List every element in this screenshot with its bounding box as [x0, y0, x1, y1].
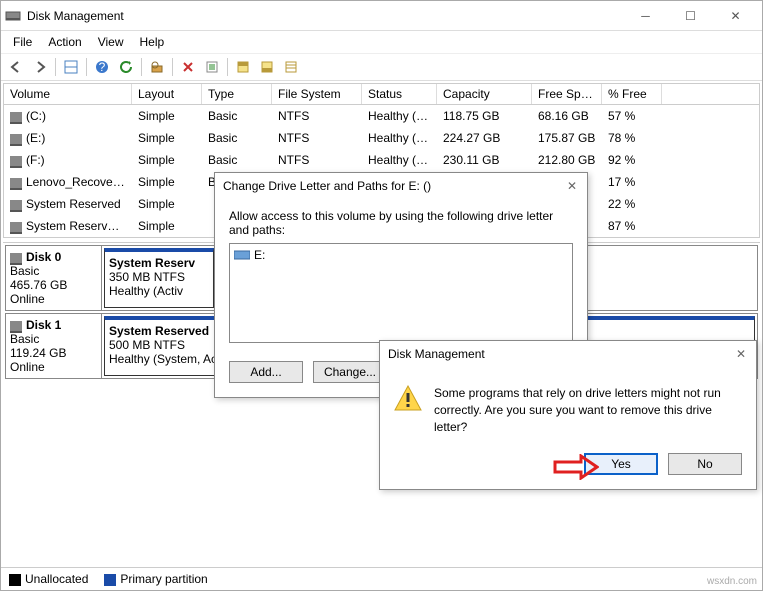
menu-file[interactable]: File [5, 33, 40, 51]
disk-label[interactable]: Disk 1Basic119.24 GBOnline [6, 314, 102, 378]
add-button[interactable]: Add... [229, 361, 303, 383]
forward-icon[interactable] [29, 56, 51, 78]
legend-primary: Primary partition [104, 572, 207, 586]
dialog-close-icon[interactable]: ✕ [565, 179, 579, 193]
disk-top-icon[interactable] [232, 56, 254, 78]
app-icon [5, 8, 21, 24]
col-percentfree[interactable]: % Free [602, 84, 662, 104]
close-button[interactable]: ✕ [713, 2, 758, 30]
partition[interactable]: System Reserv350 MB NTFSHealthy (Activ [104, 248, 214, 308]
table-row[interactable]: (C:)SimpleBasicNTFSHealthy (B...118.75 G… [4, 105, 759, 127]
minimize-button[interactable]: ─ [623, 2, 668, 30]
drive-paths-listbox[interactable]: E: [229, 243, 573, 343]
col-status[interactable]: Status [362, 84, 437, 104]
dialog-titlebar: Change Drive Letter and Paths for E: () … [215, 173, 587, 199]
grid-header: Volume Layout Type File System Status Ca… [4, 84, 759, 105]
col-type[interactable]: Type [202, 84, 272, 104]
menu-help[interactable]: Help [132, 33, 173, 51]
col-capacity[interactable]: Capacity [437, 84, 532, 104]
annotation-arrow [553, 454, 599, 480]
list-item[interactable]: E: [234, 248, 568, 262]
menu-action[interactable]: Action [40, 33, 89, 51]
col-filesystem[interactable]: File System [272, 84, 362, 104]
confirm-close-icon[interactable]: ✕ [734, 347, 748, 361]
back-icon[interactable] [5, 56, 27, 78]
drive-icon [234, 249, 250, 261]
warning-icon [394, 385, 422, 411]
confirm-title: Disk Management [388, 347, 734, 361]
menu-view[interactable]: View [90, 33, 132, 51]
titlebar: Disk Management ─ ☐ ✕ [1, 1, 762, 31]
watermark: wsxdn.com [707, 576, 757, 587]
no-button[interactable]: No [668, 453, 742, 475]
refresh-icon[interactable] [115, 56, 137, 78]
confirm-message: Some programs that rely on drive letters… [434, 385, 742, 435]
delete-icon[interactable] [177, 56, 199, 78]
confirm-titlebar: Disk Management ✕ [380, 341, 756, 367]
legend: Unallocated Primary partition [1, 567, 762, 590]
col-volume[interactable]: Volume [4, 84, 132, 104]
disk-label[interactable]: Disk 0Basic465.76 GBOnline [6, 246, 102, 310]
view-panes-icon[interactable] [60, 56, 82, 78]
change-button[interactable]: Change... [313, 361, 387, 383]
disk-bottom-icon[interactable] [256, 56, 278, 78]
dialog-title: Change Drive Letter and Paths for E: () [223, 179, 565, 193]
table-row[interactable]: (F:)SimpleBasicNTFSHealthy (P...230.11 G… [4, 149, 759, 171]
menubar: File Action View Help [1, 31, 762, 53]
window-title: Disk Management [27, 9, 623, 23]
disk-list-icon[interactable] [280, 56, 302, 78]
col-freespace[interactable]: Free Spa... [532, 84, 602, 104]
toolbar: ? [1, 53, 762, 81]
svg-text:?: ? [99, 60, 106, 74]
table-row[interactable]: (E:)SimpleBasicNTFSHealthy (P...224.27 G… [4, 127, 759, 149]
col-layout[interactable]: Layout [132, 84, 202, 104]
help-icon[interactable]: ? [91, 56, 113, 78]
maximize-button[interactable]: ☐ [668, 2, 713, 30]
list-item-label: E: [254, 248, 265, 262]
properties-icon[interactable] [201, 56, 223, 78]
legend-unallocated: Unallocated [9, 572, 88, 586]
dialog-message: Allow access to this volume by using the… [229, 209, 573, 237]
settings-icon[interactable] [146, 56, 168, 78]
